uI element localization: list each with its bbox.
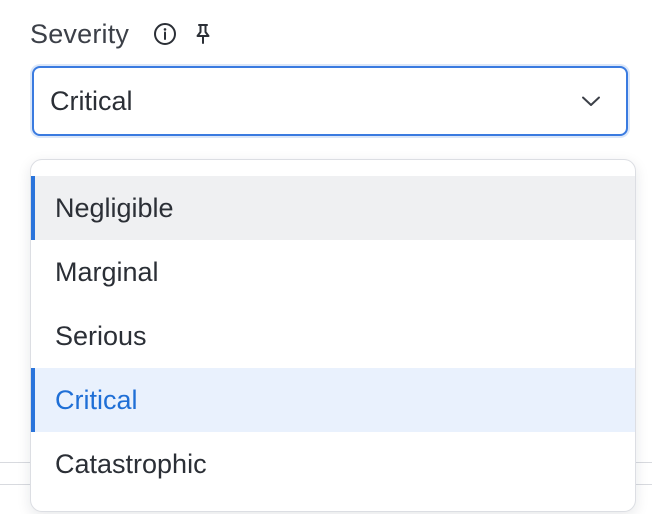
option-critical[interactable]: Critical [31,368,635,432]
option-label: Marginal [55,256,159,287]
severity-dropdown-screen: Severity Critical Negligible Marginal Se… [0,0,652,514]
option-label: Serious [55,320,147,351]
pin-icon[interactable] [189,20,217,48]
option-negligible[interactable]: Negligible [31,176,635,240]
option-catastrophic[interactable]: Catastrophic [31,432,635,496]
option-marginal[interactable]: Marginal [31,240,635,304]
field-label-row: Severity [30,14,217,54]
severity-select[interactable]: Critical [32,66,628,136]
info-circle-icon[interactable] [151,20,179,48]
chevron-down-icon[interactable] [578,88,604,114]
option-label: Negligible [55,192,174,223]
options-list: Negligible Marginal Serious Critical Cat… [31,176,635,496]
field-label: Severity [30,18,130,49]
option-label: Catastrophic [55,448,207,479]
option-serious[interactable]: Serious [31,304,635,368]
option-label: Critical [55,384,138,415]
severity-options-menu: Negligible Marginal Serious Critical Cat… [30,159,636,512]
select-value: Critical [50,85,133,116]
